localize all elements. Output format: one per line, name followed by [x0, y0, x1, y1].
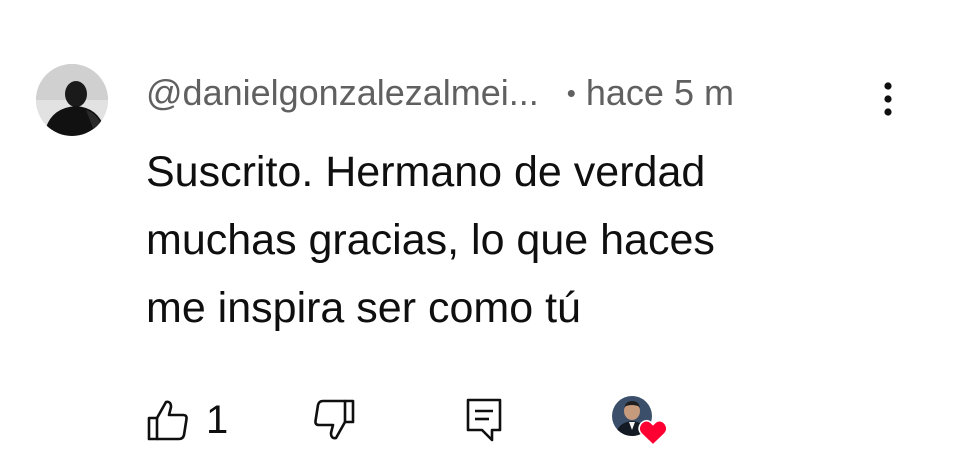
comment-reply-icon: [466, 398, 502, 442]
comment-header: @danielgonzalezalmei... • hace 5 m: [146, 70, 734, 116]
comment-actions: 1: [146, 392, 686, 448]
comment-timestamp[interactable]: hace 5 m: [586, 72, 734, 114]
creator-heart-badge: [612, 396, 672, 448]
separator-dot: •: [566, 77, 576, 108]
thumb-up-icon: [147, 400, 188, 441]
comment-text: Suscrito. Hermano de verdad muchas graci…: [146, 148, 715, 332]
reply-button[interactable]: [462, 392, 506, 448]
like-count: 1: [206, 397, 229, 442]
more-vert-icon: [884, 82, 892, 116]
comment-card: @danielgonzalezalmei... • hace 5 m Suscr…: [0, 0, 960, 473]
heart-icon: [638, 419, 668, 446]
more-options-button[interactable]: [870, 76, 906, 122]
thumb-down-icon: [314, 399, 355, 440]
author-avatar[interactable]: [36, 64, 108, 136]
author-name[interactable]: @danielgonzalezalmei...: [146, 72, 539, 114]
dislike-button[interactable]: [312, 392, 356, 448]
like-button[interactable]: 1: [146, 392, 228, 448]
